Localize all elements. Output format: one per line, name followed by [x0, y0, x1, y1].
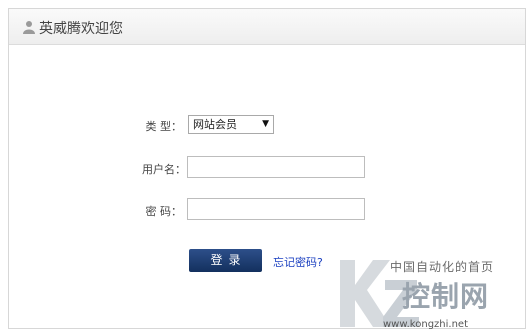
panel-title: 英威腾欢迎您: [39, 21, 123, 37]
watermark-url: www.kongzhi.net: [383, 319, 468, 330]
password-input[interactable]: [187, 198, 365, 220]
user-icon: [23, 21, 35, 34]
login-button[interactable]: 登录: [189, 249, 262, 272]
member-type-value: 网站会员: [193, 118, 237, 131]
username-input[interactable]: [187, 156, 365, 178]
username-label: 用户名：: [142, 163, 186, 176]
watermark-slogan: 中国自动化的首页: [390, 260, 495, 274]
watermark-brand: 控制网: [402, 280, 490, 313]
type-label: 类 型：: [145, 120, 183, 133]
password-label: 密 码：: [145, 205, 183, 218]
panel-header: 英威腾欢迎您: [9, 9, 525, 45]
member-type-select[interactable]: 网站会员 ▼: [188, 115, 274, 134]
forgot-password-link[interactable]: 忘记密码?: [273, 254, 323, 270]
dropdown-arrow-icon: ▼: [262, 119, 269, 129]
